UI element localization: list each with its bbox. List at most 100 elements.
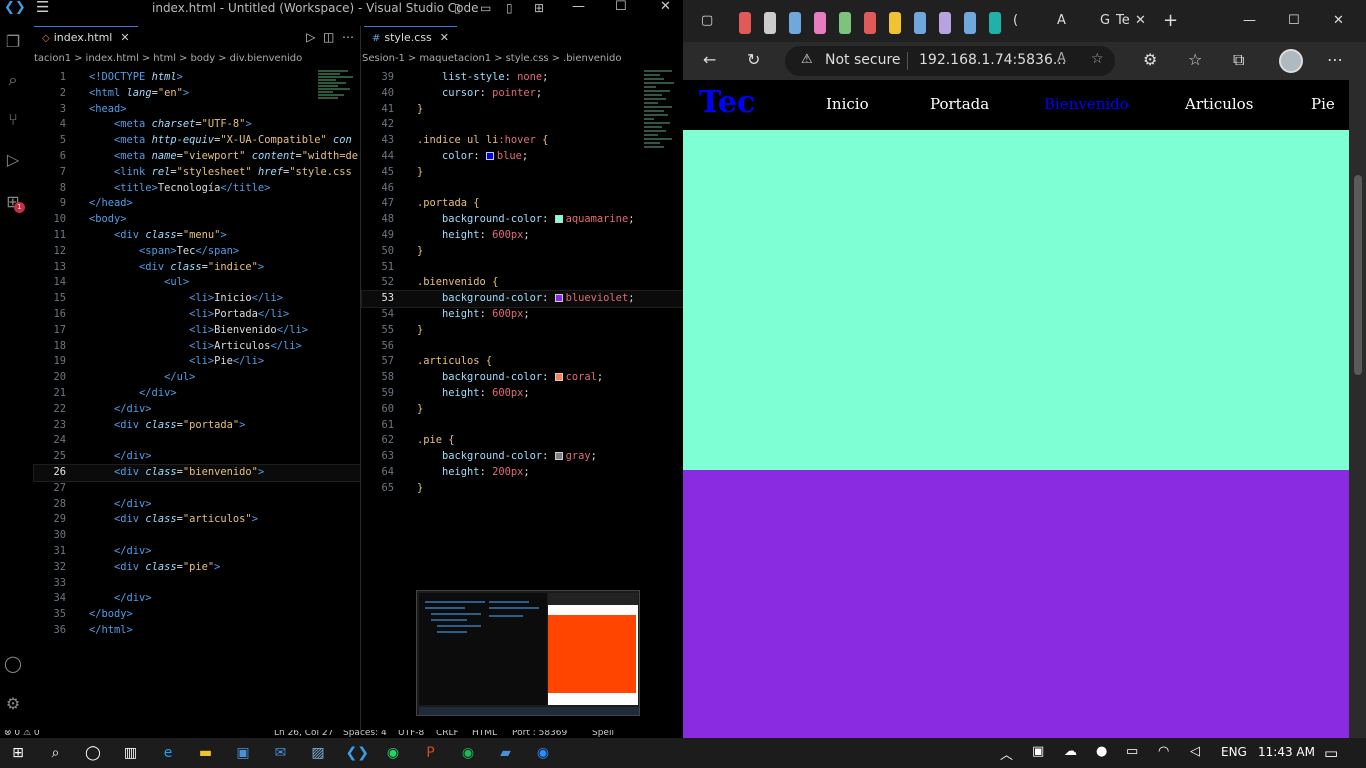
code-line[interactable]: 10 <body> (34, 212, 360, 228)
microphone-icon[interactable]: ● (1096, 744, 1107, 759)
spotify-icon[interactable]: ◉ (458, 743, 478, 763)
code-line[interactable]: 58 background-color: coral; (362, 370, 683, 386)
css-code[interactable]: 39 list-style: none; 40 cursor: pointer; 4… (361, 70, 683, 497)
breadcrumb-item[interactable]: > (142, 53, 150, 64)
breadcrumb-item[interactable]: .bienvenido (563, 53, 621, 64)
breadcrumb-item[interactable]: > (408, 53, 416, 64)
breadcrumb-css[interactable]: Sesion-1 > maquetacion1 > style.css > .bienven… (362, 52, 683, 66)
warning-icon[interactable]: ⚠ (801, 52, 813, 67)
browser-tab-icon[interactable] (914, 12, 926, 34)
code-line[interactable]: 30 (34, 528, 360, 544)
browser-tab-icon[interactable] (864, 12, 876, 34)
language-mode[interactable]: HTML (472, 730, 497, 738)
nav-articulos[interactable]: Articulos (1185, 95, 1253, 113)
breadcrumb-item[interactable]: tacion1 (34, 53, 71, 64)
code-line[interactable]: 61 (362, 418, 683, 434)
browser-tab-icon[interactable] (889, 12, 901, 34)
windows-icon[interactable]: ⊞ (8, 743, 28, 763)
nav-pie[interactable]: Pie (1311, 95, 1335, 113)
file-explorer-icon[interactable]: ▬ (196, 743, 216, 763)
close-tab-icon[interactable]: ✕ (120, 31, 129, 44)
breadcrumb-item[interactable]: Sesion-1 (362, 53, 405, 64)
tab-partial-label[interactable]: G (1100, 13, 1110, 28)
code-line[interactable]: 13 <div class="indice"> (34, 260, 360, 276)
minimize-icon[interactable]: — (1243, 13, 1256, 28)
code-line[interactable]: 64 height: 200px; (362, 465, 683, 481)
search-icon[interactable]: ⌕ (3, 70, 23, 90)
tab-partial-label[interactable]: ( (1013, 13, 1018, 28)
code-line[interactable]: 12 <span>Tec</span> (34, 244, 360, 260)
notifications-icon[interactable]: ▭ (1324, 744, 1338, 762)
color-swatch[interactable] (485, 151, 494, 160)
clock[interactable]: 11:43 AM (1258, 745, 1315, 759)
code-line[interactable]: 15 <li>Inicio</li> (34, 291, 360, 307)
code-line[interactable]: 43 .indice ul li:hover { (362, 133, 683, 149)
maximize-icon[interactable]: ☐ (1288, 13, 1300, 28)
code-line[interactable]: 5 <meta http-equiv="X-UA-Compatible" con (34, 133, 360, 149)
minimap-css[interactable] (644, 70, 678, 220)
code-line[interactable]: 1 <!DOCTYPE html> (34, 70, 360, 86)
code-line[interactable]: 56 (362, 339, 683, 355)
code-line[interactable]: 55} (362, 323, 683, 339)
code-line[interactable]: 8 <title>Tecnología</title> (34, 181, 360, 197)
code-line[interactable]: 47 .portada { (362, 196, 683, 212)
close-icon[interactable]: ✕ (660, 0, 671, 14)
breadcrumb-item[interactable]: > (494, 53, 502, 64)
minimap[interactable] (318, 70, 358, 130)
browser-tab-icon[interactable] (789, 12, 801, 34)
code-line[interactable]: 63 background-color: gray; (362, 449, 683, 465)
code-line[interactable]: 42 (362, 117, 683, 133)
code-line[interactable]: 44 color: blue; (362, 149, 683, 165)
nav-portada[interactable]: Portada (930, 95, 989, 113)
live-server-port[interactable]: Port : 58369 (512, 730, 567, 738)
html-code[interactable]: 1 <!DOCTYPE html> 2 <html lang="en"> 3 <head>… (33, 70, 361, 639)
code-line[interactable]: 60} (362, 402, 683, 418)
settings-gear-icon[interactable]: ⚙ (3, 694, 23, 714)
nav-bienvenido[interactable]: Bienvenido (1044, 95, 1129, 113)
code-line[interactable]: 52 .bienvenido { (362, 275, 683, 291)
toggle-secondary-sidebar-icon[interactable]: ▯ (506, 0, 513, 16)
code-line[interactable]: 3 <head> (34, 102, 360, 118)
code-line[interactable]: 2 <html lang="en"> (34, 86, 360, 102)
breadcrumb-item[interactable]: index.html (86, 53, 139, 64)
browser-tab-icon[interactable] (939, 12, 951, 34)
code-line[interactable]: 65} (362, 481, 683, 497)
show-hidden-icons[interactable]: ︿ (1000, 744, 1013, 763)
code-line[interactable]: 20 </ul> (34, 370, 360, 386)
source-control-icon[interactable]: ⑂ (3, 110, 23, 130)
breadcrumb-item[interactable]: html (153, 53, 176, 64)
customize-layout-icon[interactable]: ⊞ (534, 0, 544, 16)
breadcrumb-item[interactable]: > (552, 53, 560, 64)
code-line[interactable]: 24 (34, 433, 360, 449)
code-line[interactable]: 32 <div class="pie"> (34, 560, 360, 576)
breadcrumb-item[interactable]: > (218, 53, 226, 64)
breadcrumb-item[interactable]: style.css (506, 53, 549, 64)
tab-partial-label[interactable]: A (1057, 13, 1066, 28)
code-line[interactable]: 46 (362, 181, 683, 197)
breadcrumb-item[interactable]: maquetacion1 (419, 53, 491, 64)
run-icon[interactable]: ▷ ◫ ⋯ (306, 26, 354, 48)
code-line[interactable]: 18 <li>Articulos</li> (34, 339, 360, 355)
edge-icon[interactable]: e (158, 743, 178, 763)
task-view-icon[interactable]: ▥ (121, 743, 141, 763)
extensions-icon[interactable]: ⚙ (1143, 50, 1157, 69)
color-swatch[interactable] (554, 373, 563, 382)
browser-tab-icon[interactable] (964, 12, 976, 34)
code-line[interactable]: 40 cursor: pointer; (362, 86, 683, 102)
profile-avatar[interactable] (1279, 49, 1303, 73)
code-line[interactable]: 28 </div> (34, 497, 360, 513)
paint-icon[interactable]: ▰ (496, 743, 516, 763)
code-line[interactable]: 51 (362, 260, 683, 276)
code-line[interactable]: 54 height: 600px; (362, 307, 683, 323)
breadcrumb-item[interactable]: > (74, 53, 82, 64)
security-status[interactable]: Not secure (825, 52, 901, 68)
back-icon[interactable]: ← (703, 50, 716, 69)
favorites-icon[interactable]: ☆ (1188, 50, 1202, 69)
code-line[interactable]: 4 <meta charset="UTF-8"> (34, 117, 360, 133)
volume-icon[interactable]: ◁ (1190, 744, 1200, 759)
breadcrumb[interactable]: tacion1 > index.html > html > body > div.bienven… (34, 52, 360, 66)
mail-icon[interactable]: ✉ (271, 743, 291, 763)
search-icon[interactable]: ⌕ (46, 743, 66, 763)
code-line[interactable]: 41} (362, 102, 683, 118)
toggle-sidebar-icon[interactable]: ▯ (454, 0, 461, 16)
